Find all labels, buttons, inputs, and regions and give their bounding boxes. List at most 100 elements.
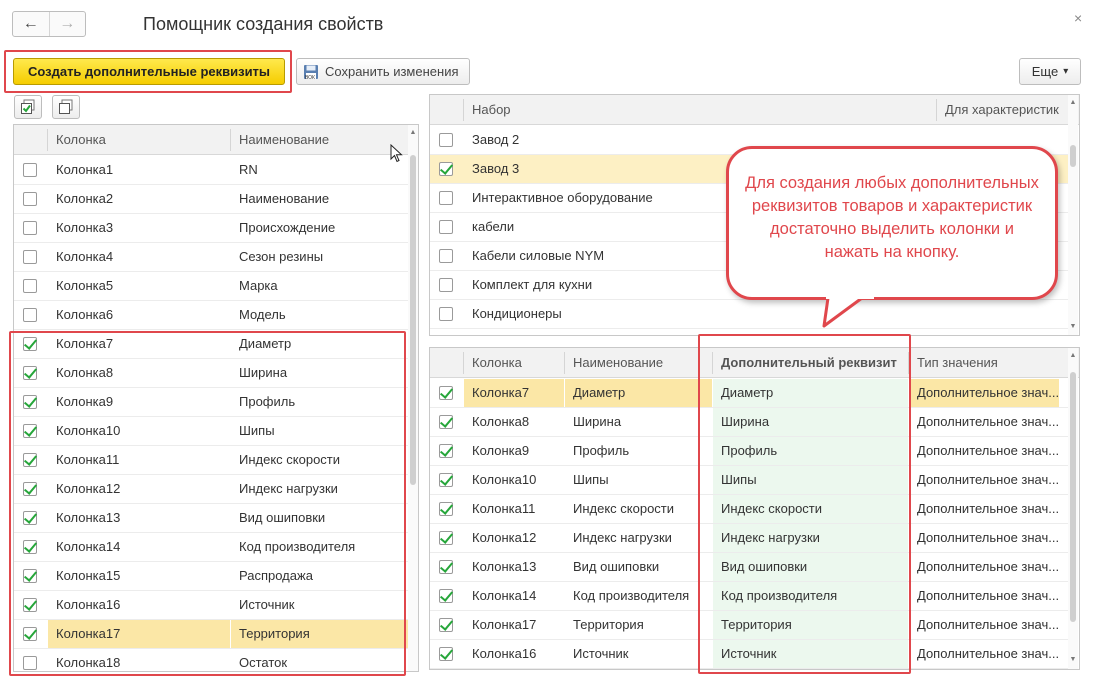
check-all-icon (21, 99, 35, 114)
name-cell: Источник (573, 646, 629, 661)
table-row[interactable]: Колонка1 RN (14, 156, 408, 185)
table-row[interactable]: Колонка2 Наименование (14, 185, 408, 214)
row-checkbox[interactable] (439, 133, 453, 147)
nav-buttons: ← → (12, 11, 86, 37)
value-type-cell: Дополнительное знач... (917, 414, 1059, 429)
header-set[interactable]: Набор (464, 95, 934, 125)
save-changes-button[interactable]: ВОК Сохранить изменения (296, 58, 470, 85)
value-type-cell: Дополнительное знач... (917, 646, 1059, 661)
row-checkbox[interactable] (439, 162, 453, 176)
name-cell: Территория (573, 617, 644, 632)
value-type-cell: Дополнительное знач... (917, 443, 1059, 458)
column-cell: Колонка7 (464, 379, 564, 407)
column-cell: Колонка2 (56, 191, 114, 206)
header-for-characteristics[interactable]: Для характеристик (937, 95, 1062, 125)
header-column[interactable]: Колонка (48, 125, 228, 155)
sets-table-scrollbar[interactable]: ▲ ▼ (1068, 95, 1078, 335)
column-cell: Колонка9 (472, 443, 530, 458)
column-cell: Колонка17 (472, 617, 537, 632)
forward-arrow-icon[interactable]: → (48, 12, 86, 36)
name-cell: Профиль (573, 443, 630, 458)
row-checkbox[interactable] (439, 278, 453, 292)
name-cell: Сезон резины (239, 249, 324, 264)
row-checkbox[interactable] (23, 250, 37, 264)
column-cell: Колонка1 (56, 162, 114, 177)
row-checkbox[interactable] (439, 531, 453, 545)
row-checkbox[interactable] (439, 191, 453, 205)
name-cell: Модель (239, 307, 286, 322)
save-icon-text: ВОК (305, 75, 315, 81)
column-cell: Колонка4 (56, 249, 114, 264)
header-value-type[interactable]: Тип значения (909, 348, 1061, 378)
back-arrow-icon[interactable]: ← (13, 12, 49, 36)
name-cell: Индекс нагрузки (573, 530, 672, 545)
table-row[interactable]: Кондиционеры (430, 300, 1068, 329)
column-cell: Колонка12 (472, 530, 537, 545)
header-name[interactable]: Наименование (231, 125, 401, 155)
name-cell: Шипы (573, 472, 609, 487)
sets-table-header: Набор Для характеристик (430, 95, 1079, 125)
row-checkbox[interactable] (23, 221, 37, 235)
row-checkbox[interactable] (439, 560, 453, 574)
row-checkbox[interactable] (439, 589, 453, 603)
row-checkbox[interactable] (23, 279, 37, 293)
row-checkbox[interactable] (439, 307, 453, 321)
table-row[interactable]: Колонка5 Марка (14, 272, 408, 301)
selected-columns-highlight (9, 331, 406, 676)
value-type-cell: Дополнительное знач... (917, 588, 1059, 603)
value-type-cell: Дополнительное знач... (917, 472, 1059, 487)
more-button[interactable]: Еще ▾ (1019, 58, 1081, 85)
callout-text: Для создания любых дополнительных реквиз… (745, 174, 1039, 261)
row-checkbox[interactable] (439, 647, 453, 661)
uncheck-all-icon (59, 99, 73, 114)
name-cell: Индекс скорости (573, 501, 675, 516)
column-cell: Колонка6 (56, 307, 114, 322)
mouse-cursor-icon (390, 144, 403, 163)
name-cell: RN (239, 162, 258, 177)
row-checkbox[interactable] (23, 308, 37, 322)
column-cell: Колонка11 (472, 501, 536, 516)
value-type-cell: Дополнительное знач... (917, 559, 1059, 574)
name-cell: Ширина (573, 414, 622, 429)
name-cell: Марка (239, 278, 278, 293)
value-type-cell: Дополнительное знач... (909, 379, 1059, 407)
value-type-cell: Дополнительное знач... (917, 530, 1059, 545)
header-name[interactable]: Наименование (565, 348, 711, 378)
chevron-down-icon: ▾ (1063, 66, 1069, 77)
column-cell: Колонка10 (472, 472, 537, 487)
row-checkbox[interactable] (439, 444, 453, 458)
uncheck-all-button[interactable] (52, 95, 80, 119)
row-checkbox[interactable] (439, 220, 453, 234)
row-checkbox[interactable] (439, 502, 453, 516)
column-cell: Колонка16 (472, 646, 537, 661)
columns-table-scrollbar[interactable]: ▲ (408, 125, 418, 671)
row-checkbox[interactable] (439, 473, 453, 487)
mapping-table-scrollbar[interactable]: ▲ ▼ (1068, 348, 1078, 669)
table-row[interactable]: Колонка3 Происхождение (14, 214, 408, 243)
row-checkbox[interactable] (439, 618, 453, 632)
row-checkbox[interactable] (439, 249, 453, 263)
additional-attribute-column-highlight (698, 334, 911, 674)
row-checkbox[interactable] (23, 163, 37, 177)
check-all-button[interactable] (14, 95, 42, 119)
table-row[interactable]: Колонка4 Сезон резины (14, 243, 408, 272)
name-cell: Происхождение (239, 220, 336, 235)
value-type-cell: Дополнительное знач... (917, 617, 1059, 632)
row-checkbox[interactable] (439, 415, 453, 429)
table-row[interactable]: Колонка6 Модель (14, 301, 408, 330)
name-cell: Код производителя (573, 588, 690, 603)
row-checkbox[interactable] (439, 386, 453, 400)
row-checkbox[interactable] (23, 192, 37, 206)
value-type-cell: Дополнительное знач... (917, 501, 1059, 516)
window-title: Помощник создания свойств (143, 14, 384, 34)
column-cell: Колонка3 (56, 220, 114, 235)
columns-table-header: Колонка Наименование (14, 125, 418, 155)
column-cell: Колонка5 (56, 278, 114, 293)
callout-pointer (822, 290, 874, 328)
name-cell: Диаметр (565, 379, 712, 407)
close-icon[interactable]: × (1074, 10, 1082, 26)
create-attributes-button[interactable]: Создать дополнительные реквизиты (13, 58, 285, 85)
header-column[interactable]: Колонка (464, 348, 560, 378)
more-label: Еще (1031, 64, 1059, 79)
column-cell: Колонка8 (472, 414, 530, 429)
